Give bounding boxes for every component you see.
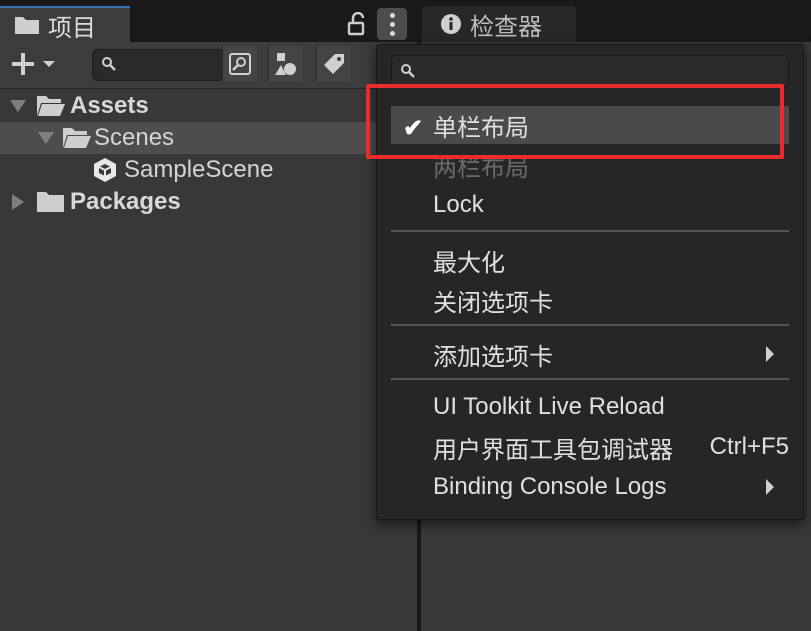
- chevron-right-icon: [766, 479, 774, 495]
- tab-project[interactable]: 项目: [0, 6, 130, 42]
- expanded-arrow-icon[interactable]: [36, 131, 56, 145]
- shapes-icon: [275, 53, 296, 75]
- chevron-down-icon: [43, 61, 55, 67]
- shortcut-label: Ctrl+F5: [709, 433, 789, 460]
- tab-project-label: 项目: [48, 14, 96, 42]
- collapsed-arrow-icon[interactable]: [8, 193, 28, 211]
- highlight-annotation: [366, 84, 784, 159]
- menu-item-add-tab[interactable]: 添加选项卡: [391, 335, 789, 373]
- chevron-right-icon: [766, 346, 774, 362]
- menu-item-ui-toolkit-live-reload[interactable]: UI Toolkit Live Reload: [391, 388, 789, 426]
- more-options-button[interactable]: [377, 8, 407, 40]
- tag-icon: [324, 54, 344, 74]
- tree-item-assets[interactable]: Assets: [0, 90, 417, 122]
- dot-icon: [389, 30, 395, 36]
- tree-item-packages[interactable]: Packages: [0, 186, 417, 218]
- folder-icon: [37, 192, 64, 212]
- expanded-arrow-icon[interactable]: [8, 99, 28, 113]
- tab-inspector[interactable]: 检查器: [422, 6, 576, 42]
- filter-by-label-button[interactable]: [316, 46, 351, 82]
- tree-item-label: SampleScene: [124, 156, 274, 183]
- menu-item-ui-toolkit-debugger[interactable]: 用户界面工具包调试器 Ctrl+F5: [391, 428, 789, 466]
- tree-item-label: Packages: [70, 188, 181, 215]
- dot-icon: [389, 12, 395, 18]
- menu-item-close-tab[interactable]: 关闭选项卡: [391, 281, 789, 319]
- info-icon: [441, 14, 461, 34]
- tree-item-label: Scenes: [94, 124, 175, 151]
- plus-icon: [12, 53, 34, 75]
- folder-open-icon: [37, 96, 65, 116]
- menu-separator: [391, 230, 789, 232]
- search-input[interactable]: [92, 49, 224, 81]
- folder-open-icon: [63, 128, 91, 148]
- filter-by-type-button[interactable]: [268, 46, 303, 82]
- folder-icon: [15, 17, 39, 34]
- menu-separator: [391, 378, 789, 380]
- tab-inspector-label: 检查器: [470, 13, 542, 41]
- search-window-icon: [229, 53, 251, 75]
- search-icon: [102, 57, 116, 71]
- project-toolbar: [0, 42, 417, 89]
- tree-item-label: Assets: [70, 92, 149, 119]
- tree-item-samplescene[interactable]: SampleScene: [0, 154, 417, 186]
- tab-bar: 项目 检查器: [0, 0, 811, 42]
- menu-item-binding-console-logs[interactable]: Binding Console Logs: [391, 468, 789, 506]
- project-tree: Assets Scenes SampleScene Packages: [0, 90, 417, 218]
- dot-icon: [389, 21, 395, 27]
- create-button[interactable]: [10, 48, 68, 80]
- tree-item-scenes[interactable]: Scenes: [0, 122, 417, 154]
- lock-icon[interactable]: [347, 11, 369, 36]
- menu-search-input[interactable]: [391, 55, 789, 87]
- menu-item-lock[interactable]: Lock: [391, 186, 789, 224]
- search-icon: [401, 64, 415, 78]
- unity-scene-icon: [94, 158, 116, 182]
- search-by-type-button[interactable]: [222, 46, 257, 82]
- menu-separator: [391, 324, 789, 326]
- menu-item-maximize[interactable]: 最大化: [391, 241, 789, 279]
